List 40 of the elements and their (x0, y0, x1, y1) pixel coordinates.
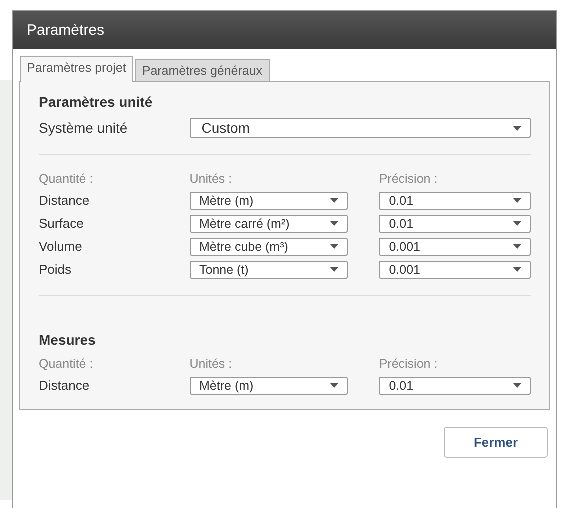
column-header: Précision : (379, 357, 439, 371)
window-title: Paramètres (27, 22, 105, 38)
precision-dropdown[interactable]: 0.01 (379, 376, 531, 394)
caret-icon (330, 221, 340, 226)
caret-icon (513, 267, 522, 272)
column-header: Précision : (379, 172, 439, 186)
close-button[interactable]: Fermer (444, 427, 548, 458)
section-heading: Paramètres unité (39, 94, 154, 110)
quantity-label: Surface (39, 216, 85, 231)
caret-icon (513, 126, 522, 130)
column-header: Unités : (190, 357, 234, 371)
unit-dropdown[interactable]: Tonne (t) (190, 260, 348, 278)
column-header: Unités : (190, 172, 234, 186)
unit-dropdown[interactable]: Mètre (m) (190, 376, 348, 394)
caret-icon (330, 383, 340, 388)
quantity-label: Distance (39, 193, 91, 208)
unit-dropdown[interactable]: Mètre (m) (190, 192, 348, 210)
unit-dropdown[interactable]: Mètre cube (m³) (190, 238, 348, 256)
section-heading: Mesures (39, 332, 97, 348)
precision-dropdown[interactable]: 0.01 (379, 192, 531, 210)
precision-dropdown[interactable]: 0.01 (379, 214, 531, 232)
column-header: Quantité : (39, 172, 94, 186)
tab[interactable]: Paramètres généraux (135, 59, 270, 81)
caret-icon (330, 244, 340, 249)
quantity-label: Volume (39, 239, 84, 254)
caret-icon (330, 267, 340, 272)
quantity-label: Distance (39, 378, 91, 393)
caret-icon (513, 221, 522, 226)
unit-dropdown[interactable]: Mètre carré (m²) (190, 214, 348, 232)
tab[interactable]: Paramètres projet (20, 56, 134, 82)
field-label: Système unité (39, 120, 129, 136)
precision-dropdown[interactable]: 0.001 (379, 260, 531, 278)
caret-icon (330, 198, 340, 203)
caret-icon (513, 198, 522, 203)
caret-icon (513, 244, 522, 249)
quantity-label: Poids (39, 262, 73, 277)
caret-icon (513, 383, 522, 388)
column-header: Quantité : (39, 357, 94, 371)
precision-dropdown[interactable]: 0.001 (379, 238, 531, 256)
unit-system-dropdown[interactable]: Custom (190, 118, 531, 138)
